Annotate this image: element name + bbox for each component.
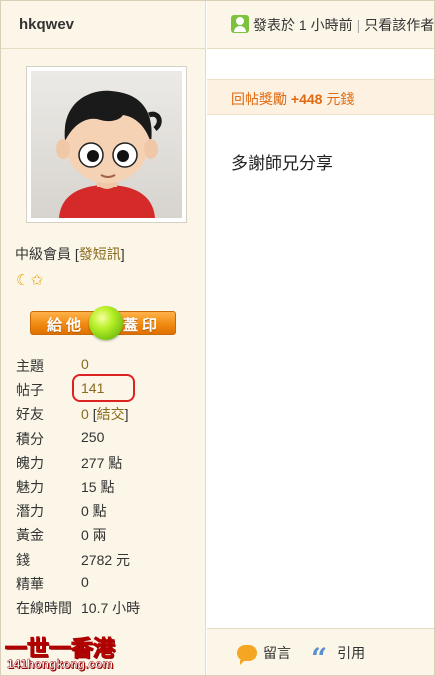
reply-button[interactable]: 留言 — [237, 643, 291, 665]
stat-label: 錢 — [16, 551, 30, 568]
stat-label: 潛力 — [16, 503, 44, 520]
stat-label: 帖子 — [16, 382, 44, 399]
stat-value-link: 0 [結交] — [81, 404, 128, 424]
stat-label: 魄力 — [16, 454, 44, 471]
stat-row-gold: 黃金 0 兩 — [16, 525, 201, 549]
user-online-icon — [231, 15, 249, 33]
send-pm-bracket-close: ] — [120, 246, 125, 262]
reward-unit: 元錢 — [322, 91, 355, 107]
add-friend-link[interactable]: 結交 — [97, 406, 125, 422]
avatar[interactable] — [26, 66, 187, 223]
post-time: 發表於 1 小時前 — [253, 17, 353, 33]
reply-reward-banner: 回帖獎勵 +448 元錢 — [207, 79, 434, 115]
stat-row-charm: 魅力 15 點 — [16, 477, 201, 501]
stat-value: 0 點 — [81, 503, 107, 520]
give-stamp-right-label: 蓋印 — [123, 317, 162, 334]
reward-label: 回帖獎勵 — [231, 91, 291, 107]
author-header: hkqwev — [1, 1, 205, 49]
post-panel: 發表於 1 小時前 | 只看該作者 回帖獎勵 +448 元錢 多謝師兄分享 留言 “… — [207, 1, 434, 675]
cartoon-boy-icon — [56, 90, 162, 218]
stat-row-essence: 精華 0 — [16, 574, 201, 598]
speech-bubble-icon — [237, 645, 257, 665]
reward-amount: +448 — [290, 91, 323, 107]
avatar-image — [31, 71, 182, 218]
site-logo: 一世一香港 141hongkong.com — [4, 631, 133, 672]
post-content: 多謝師兄分享 — [231, 154, 333, 173]
member-rank-line: 中級會員 [發短訊] — [15, 244, 125, 264]
author-stats: 主題 0 帖子 141 好友 0 [結交] 積分 250 魄力 277 點 魅力… — [16, 356, 201, 622]
friends-count[interactable]: 0 — [81, 406, 89, 422]
post-actions: 留言 “ 引用 — [207, 628, 434, 675]
give-stamp-button[interactable]: 給他 蓋印 — [30, 306, 176, 340]
stat-label: 好友 — [16, 406, 44, 423]
reply-label: 留言 — [263, 645, 291, 661]
stat-value: 10.7 小時 — [81, 599, 141, 616]
stat-label: 主題 — [16, 358, 44, 374]
stat-label: 在線時間 — [16, 599, 72, 616]
member-rank: 中級會員 — [15, 246, 71, 262]
stat-row-power: 魄力 277 點 — [16, 453, 201, 477]
stat-value: 0 — [81, 573, 89, 590]
stat-label: 黃金 — [16, 527, 44, 544]
moon-star-icon: ☾✩ — [16, 272, 45, 289]
stat-row-friends: 好友 0 [結交] — [16, 404, 201, 428]
quote-button[interactable]: “ 引用 — [311, 642, 366, 675]
post-header: 發表於 1 小時前 | 只看該作者 — [207, 1, 434, 49]
author-panel: hkqwev 中級會員 [發短訊] ☾✩ 給他 蓋印 主題 0 帖子 141 好… — [1, 1, 206, 675]
green-ball-icon — [89, 306, 123, 340]
stat-label: 積分 — [16, 430, 44, 447]
author-username[interactable]: hkqwev — [19, 16, 74, 33]
stat-row-score: 積分 250 — [16, 429, 201, 453]
site-logo-url: 141hongkong.com — [7, 657, 114, 671]
only-view-author-link[interactable]: 只看該作者 — [364, 17, 434, 33]
give-stamp-left-label: 給他 — [47, 317, 86, 334]
send-pm-link[interactable]: 發短訊 — [79, 246, 121, 262]
quote-label: 引用 — [337, 645, 366, 661]
stat-value: 0 兩 — [81, 527, 107, 544]
add-friend-bracket-close: ] — [124, 406, 129, 423]
stat-value-link[interactable]: 141 — [81, 380, 104, 396]
header-divider: | — [356, 17, 361, 33]
stat-row-online-time: 在線時間 10.7 小時 — [16, 598, 201, 622]
stat-row-money: 錢 2782 元 — [16, 550, 201, 574]
stat-value: 250 — [81, 428, 105, 445]
stat-value: 15 點 — [81, 478, 115, 495]
stat-row-potential: 潛力 0 點 — [16, 501, 201, 525]
rank-badges: ☾✩ — [16, 271, 44, 289]
stat-value-link[interactable]: 0 — [81, 356, 89, 372]
stat-label: 精華 — [16, 575, 44, 592]
stat-row-posts: 帖子 141 — [16, 374, 201, 404]
stat-value: 277 點 — [81, 454, 123, 471]
quote-icon: “ — [311, 642, 328, 675]
stat-value: 2782 元 — [81, 551, 131, 568]
stat-label: 魅力 — [16, 478, 44, 495]
